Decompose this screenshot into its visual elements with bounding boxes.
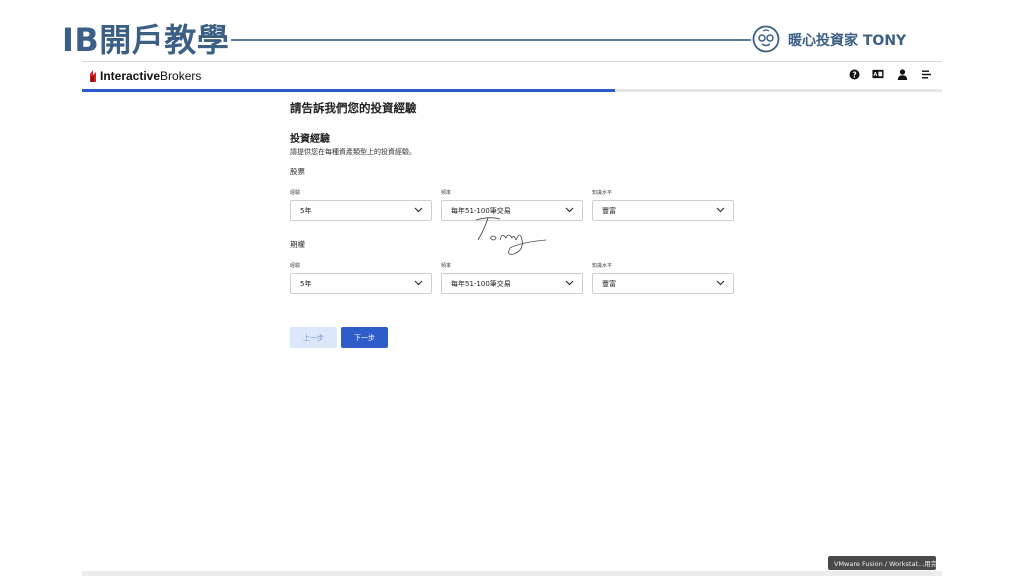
section-description: 請提供您在每種資產類型上的投資經驗。 — [290, 148, 416, 156]
section-title: 投資經驗 — [290, 134, 330, 145]
ib-logo[interactable]: InteractiveBrokers — [88, 68, 201, 84]
svg-text:?: ? — [852, 70, 856, 79]
chevron-down-icon — [414, 207, 423, 213]
progress-fill — [82, 89, 616, 92]
banner-divider-line — [231, 39, 751, 41]
stocks-experience-select[interactable]: 5年 — [290, 200, 432, 221]
ib-flame-icon — [90, 70, 96, 82]
signature-watermark — [475, 217, 547, 255]
select-value: 豐富 — [602, 280, 616, 288]
select-value: 豐富 — [602, 207, 616, 215]
ib-logo-text: InteractiveBrokers — [100, 69, 202, 83]
tutorial-title: IB開戶教學 — [62, 21, 230, 59]
chevron-down-icon — [716, 207, 725, 213]
options-experience-label: 經驗 — [290, 263, 301, 269]
select-value: 每年51-100筆交易 — [451, 280, 511, 288]
asset-label-options: 期權 — [290, 240, 305, 249]
menu-icon[interactable] — [920, 68, 932, 80]
options-knowledge-select[interactable]: 豐富 — [592, 273, 734, 294]
asset-label-stocks: 股票 — [290, 167, 305, 176]
page-title: 請告訴我們您的投資經驗 — [290, 101, 417, 115]
brand-name: 暖心投資家 TONY — [788, 33, 907, 49]
back-button[interactable]: 上一步 — [290, 327, 337, 348]
vmware-tooltip: VMware Fusion / Workstat...用完全 — [828, 556, 936, 570]
brand-logo-icon — [752, 25, 780, 53]
stocks-frequency-label: 頻率 — [441, 190, 452, 196]
options-experience-select[interactable]: 5年 — [290, 273, 432, 294]
bottom-scroll-area — [82, 571, 942, 576]
help-icon[interactable]: ? — [848, 68, 860, 80]
options-frequency-select[interactable]: 每年51-100筆交易 — [441, 273, 583, 294]
chevron-down-icon — [565, 207, 574, 213]
chevron-down-icon — [414, 280, 423, 286]
chevron-down-icon — [565, 280, 574, 286]
stocks-knowledge-label: 知識水平 — [592, 190, 613, 196]
svg-text:A: A — [873, 72, 877, 78]
language-icon[interactable]: A — [872, 68, 884, 80]
stocks-experience-label: 經驗 — [290, 190, 301, 196]
user-icon[interactable] — [896, 68, 908, 80]
app-header: InteractiveBrokers ? A — [82, 62, 942, 90]
options-knowledge-label: 知識水平 — [592, 263, 613, 269]
select-value: 5年 — [300, 280, 312, 288]
next-button[interactable]: 下一步 — [341, 327, 388, 348]
select-value: 5年 — [300, 207, 312, 215]
progress-bar — [82, 89, 942, 92]
options-frequency-label: 頻率 — [441, 263, 452, 269]
chevron-down-icon — [716, 280, 725, 286]
stocks-knowledge-select[interactable]: 豐富 — [592, 200, 734, 221]
